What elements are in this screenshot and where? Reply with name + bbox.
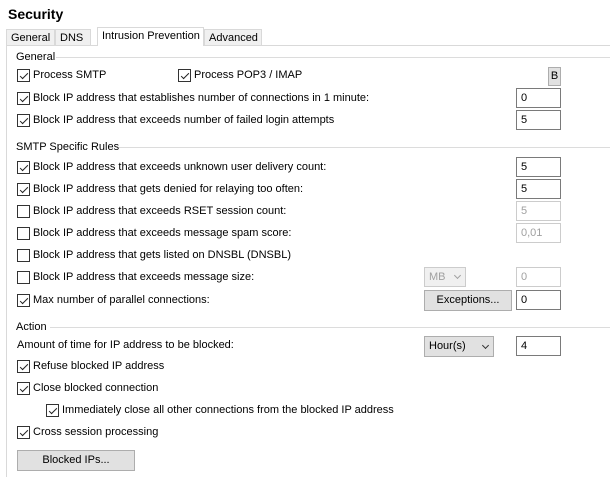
spam-score-checkbox[interactable] <box>17 227 30 240</box>
block-connections-input[interactable]: 0 <box>516 88 561 108</box>
unknown-user-checkbox[interactable] <box>17 161 30 174</box>
relaying-checkbox[interactable] <box>17 183 30 196</box>
blocked-ips-button[interactable]: Blocked IPs... <box>17 450 135 471</box>
block-time-unit-value: Hour(s) <box>429 340 466 352</box>
rset-label: Block IP address that exceeds RSET sessi… <box>33 205 287 217</box>
process-smtp-label: Process SMTP <box>33 69 107 81</box>
close-connection-label: Close blocked connection <box>33 382 159 394</box>
b-button[interactable]: B <box>548 67 561 86</box>
parallel-input[interactable]: 0 <box>516 290 561 310</box>
relaying-input[interactable]: 5 <box>516 179 561 199</box>
parallel-label: Max number of parallel connections: <box>33 294 210 306</box>
block-failed-login-input[interactable]: 5 <box>516 110 561 130</box>
block-connections-label: Block IP address that establishes number… <box>33 92 370 104</box>
chevron-down-icon <box>481 341 490 350</box>
group-action-divider <box>50 327 610 328</box>
process-smtp-checkbox[interactable] <box>17 69 30 82</box>
unknown-user-input[interactable]: 5 <box>516 157 561 177</box>
parallel-checkbox[interactable] <box>17 294 30 307</box>
process-pop3-checkbox[interactable] <box>178 69 191 82</box>
msg-size-label: Block IP address that exceeds message si… <box>33 271 255 283</box>
group-general-divider <box>56 57 610 58</box>
close-connection-checkbox[interactable] <box>17 382 30 395</box>
block-time-input[interactable]: 4 <box>516 336 561 356</box>
tab-advanced[interactable]: Advanced <box>204 29 262 45</box>
dnsbl-checkbox[interactable] <box>17 249 30 262</box>
relaying-label: Block IP address that gets denied for re… <box>33 183 304 195</box>
block-failed-login-label: Block IP address that exceeds number of … <box>33 114 335 126</box>
tab-dns[interactable]: DNS <box>55 29 91 45</box>
group-smtp-title: SMTP Specific Rules <box>16 141 120 153</box>
group-general-title: General <box>16 51 56 63</box>
rset-checkbox[interactable] <box>17 205 30 218</box>
chevron-down-icon <box>453 271 462 280</box>
block-failed-login-checkbox[interactable] <box>17 114 30 127</box>
block-time-label: Amount of time for IP address to be bloc… <box>17 339 234 351</box>
msg-size-unit-select[interactable]: MB <box>424 267 466 287</box>
unknown-user-label: Block IP address that exceeds unknown us… <box>33 161 327 173</box>
msg-size-unit-value: MB <box>429 271 446 283</box>
spam-score-input[interactable]: 0,01 <box>516 223 561 243</box>
cross-session-label: Cross session processing <box>33 426 159 438</box>
msg-size-input[interactable]: 0 <box>516 267 561 287</box>
msg-size-checkbox[interactable] <box>17 271 30 284</box>
tab-general[interactable]: General <box>6 29 55 45</box>
rset-input[interactable]: 5 <box>516 201 561 221</box>
spam-score-label: Block IP address that exceeds message sp… <box>33 227 292 239</box>
close-all-checkbox[interactable] <box>46 404 59 417</box>
group-action-title: Action <box>16 321 47 333</box>
block-time-unit-select[interactable]: Hour(s) <box>424 336 494 357</box>
cross-session-checkbox[interactable] <box>17 426 30 439</box>
process-pop3-label: Process POP3 / IMAP <box>194 69 303 81</box>
exceptions-button[interactable]: Exceptions... <box>424 290 512 311</box>
refuse-checkbox[interactable] <box>17 360 30 373</box>
dnsbl-label: Block IP address that gets listed on DNS… <box>33 249 292 261</box>
page-title: Security <box>8 6 64 22</box>
refuse-label: Refuse blocked IP address <box>33 360 165 372</box>
close-all-label: Immediately close all other connections … <box>62 404 394 416</box>
tab-intrusion-prevention[interactable]: Intrusion Prevention <box>97 27 204 46</box>
group-smtp-divider <box>119 147 610 148</box>
block-connections-checkbox[interactable] <box>17 92 30 105</box>
